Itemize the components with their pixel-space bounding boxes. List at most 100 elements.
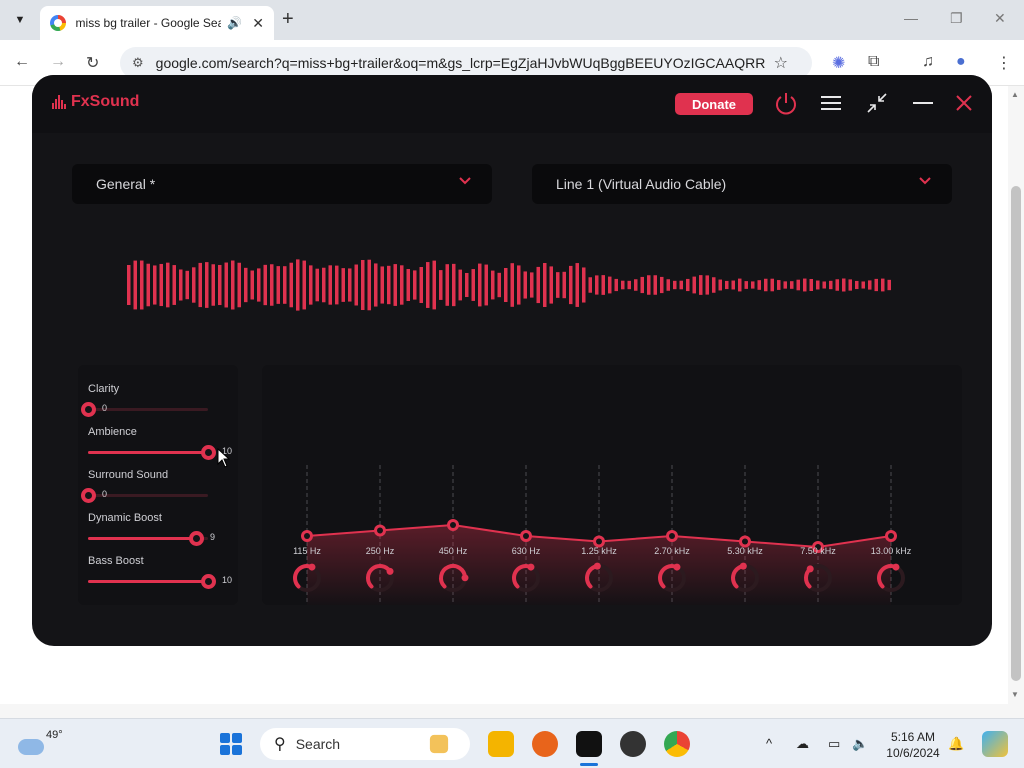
visualizer-bar xyxy=(211,264,215,306)
notifications-bell-icon[interactable]: 🔔 xyxy=(948,736,964,752)
visualizer-bar xyxy=(614,278,618,292)
visualizer-bar xyxy=(673,280,677,290)
url-text[interactable]: google.com/search?q=miss+bg+trailer&oq=m… xyxy=(156,55,766,71)
donate-button[interactable]: Donate xyxy=(675,93,753,115)
display-icon[interactable]: ▭ xyxy=(828,736,840,752)
eq-knob-indicator[interactable] xyxy=(527,563,535,571)
effect-knob[interactable] xyxy=(189,531,204,546)
browser-menu-icon[interactable]: ⋮ xyxy=(996,53,1012,73)
eq-knob-indicator[interactable] xyxy=(386,567,394,575)
visualizer-bar xyxy=(497,272,501,298)
browser-tab[interactable]: miss bg trailer - Google Sea 🔊 ✕ xyxy=(40,6,274,40)
scroll-thumb[interactable] xyxy=(1011,186,1021,681)
visualizer-bar xyxy=(491,270,495,300)
effect-label: Dynamic Boost xyxy=(88,512,162,524)
page-horizontal-scrollbar[interactable] xyxy=(0,704,1008,718)
output-device-dropdown[interactable]: Line 1 (Virtual Audio Cable) xyxy=(532,164,952,204)
minimize-window-icon[interactable]: — xyxy=(904,10,918,26)
effect-track[interactable] xyxy=(88,445,216,460)
page-vertical-scrollbar[interactable]: ▲ ▼ xyxy=(1008,86,1024,718)
firefox-icon[interactable] xyxy=(532,731,558,757)
effect-slider[interactable]: Surround Sound 0 xyxy=(81,469,238,503)
close-tab-icon[interactable]: ✕ xyxy=(252,15,264,32)
visualizer-bar xyxy=(471,269,475,301)
chrome-icon[interactable] xyxy=(664,731,690,757)
effect-slider[interactable]: Dynamic Boost 9 xyxy=(88,512,238,546)
eq-frequency-label: 5.30 kHz xyxy=(727,546,763,556)
eq-knob-indicator[interactable] xyxy=(806,565,814,573)
effect-label: Bass Boost xyxy=(88,555,144,567)
effect-knob[interactable] xyxy=(201,574,216,589)
reload-icon[interactable]: ↻ xyxy=(86,53,99,73)
bookmark-star-icon[interactable]: ☆ xyxy=(774,53,788,73)
visualizer-bar xyxy=(881,278,885,292)
scroll-down-arrow-icon[interactable]: ▼ xyxy=(1011,690,1019,699)
visualizer-bar xyxy=(822,281,826,289)
effect-fill xyxy=(88,537,196,540)
eq-frequency-label: 1.25 kHz xyxy=(581,546,617,556)
eq-band-handle-center xyxy=(742,538,748,545)
clock[interactable]: 5:16 AM 10/6/2024 xyxy=(883,729,943,761)
effect-knob[interactable] xyxy=(201,445,216,460)
volume-icon[interactable]: 🔈 xyxy=(852,736,868,752)
effect-knob[interactable] xyxy=(81,402,96,417)
show-hidden-icons-icon[interactable]: ^ xyxy=(766,736,772,751)
visualizer-bar xyxy=(653,275,657,295)
minimize-view-icon[interactable] xyxy=(867,93,887,116)
media-control-icon[interactable]: ♫ xyxy=(922,53,934,71)
close-app-icon[interactable] xyxy=(955,94,973,115)
scroll-up-arrow-icon[interactable]: ▲ xyxy=(1011,90,1019,99)
eq-knob-indicator[interactable] xyxy=(461,574,469,582)
start-button[interactable] xyxy=(220,733,242,755)
effect-slider[interactable]: Clarity 0 xyxy=(81,383,238,417)
audio-playing-icon[interactable]: 🔊 xyxy=(227,16,242,30)
eq-frequency-label: 13.00 kHz xyxy=(870,546,912,556)
minimize-icon[interactable] xyxy=(913,93,933,116)
tab-search-icon[interactable]: ▼ xyxy=(8,8,32,32)
extensions-puzzle-icon[interactable]: ⧉ xyxy=(868,53,879,71)
forward-icon[interactable]: → xyxy=(50,53,66,71)
visualizer-bar xyxy=(172,265,176,305)
extension-icon[interactable]: ✺ xyxy=(832,53,845,73)
new-tab-icon[interactable]: + xyxy=(282,9,294,29)
site-info-icon[interactable]: ⚙ xyxy=(132,55,144,71)
restore-window-icon[interactable]: ❐ xyxy=(950,10,963,27)
visualizer-bar xyxy=(842,278,846,292)
eq-knob-indicator[interactable] xyxy=(739,562,747,570)
visualizer-bar xyxy=(536,266,540,304)
visualizer-bar xyxy=(686,278,690,292)
eq-knob-indicator[interactable] xyxy=(892,563,900,571)
visualizer-bar xyxy=(127,265,131,305)
profile-avatar-icon[interactable]: ● xyxy=(956,53,966,71)
weather-widget[interactable]: 49° xyxy=(18,729,63,755)
visualizer-bar xyxy=(419,267,423,303)
taskbar: 49° ⚲ Search ^ ☁ ▭ 🔈 5:16 AM 10/6/2024 🔔 xyxy=(0,718,1024,768)
eq-knob-indicator[interactable] xyxy=(673,563,681,571)
effect-knob[interactable] xyxy=(81,488,96,503)
visualizer-bar xyxy=(770,278,774,292)
visualizer-bar xyxy=(764,278,768,292)
preset-dropdown[interactable]: General * xyxy=(72,164,492,204)
obs-icon[interactable] xyxy=(620,731,646,757)
visualizer-bar xyxy=(731,280,735,290)
eq-knob-indicator[interactable] xyxy=(593,562,601,570)
effect-value: 9 xyxy=(210,532,216,542)
fxsound-taskbar-icon[interactable] xyxy=(576,731,602,757)
close-window-icon[interactable]: ✕ xyxy=(994,10,1006,27)
back-icon[interactable]: ← xyxy=(14,53,30,71)
eq-knob-indicator[interactable] xyxy=(308,563,316,571)
visualizer-bar xyxy=(712,277,716,293)
effect-slider[interactable]: Bass Boost 10 xyxy=(88,555,238,589)
power-icon[interactable] xyxy=(773,91,799,120)
effect-track[interactable] xyxy=(88,574,216,589)
effect-slider[interactable]: Ambience 10 xyxy=(88,426,238,460)
onedrive-icon[interactable]: ☁ xyxy=(796,736,809,752)
copilot-icon[interactable] xyxy=(982,731,1008,757)
menu-icon[interactable] xyxy=(821,95,841,114)
file-explorer-icon[interactable] xyxy=(488,731,514,757)
visualizer-bar xyxy=(530,272,534,298)
visualizer-bar xyxy=(504,267,508,303)
eq-frequency-label: 630 Hz xyxy=(511,546,541,556)
visualizer-bar xyxy=(328,265,332,305)
effect-track[interactable] xyxy=(88,531,208,546)
